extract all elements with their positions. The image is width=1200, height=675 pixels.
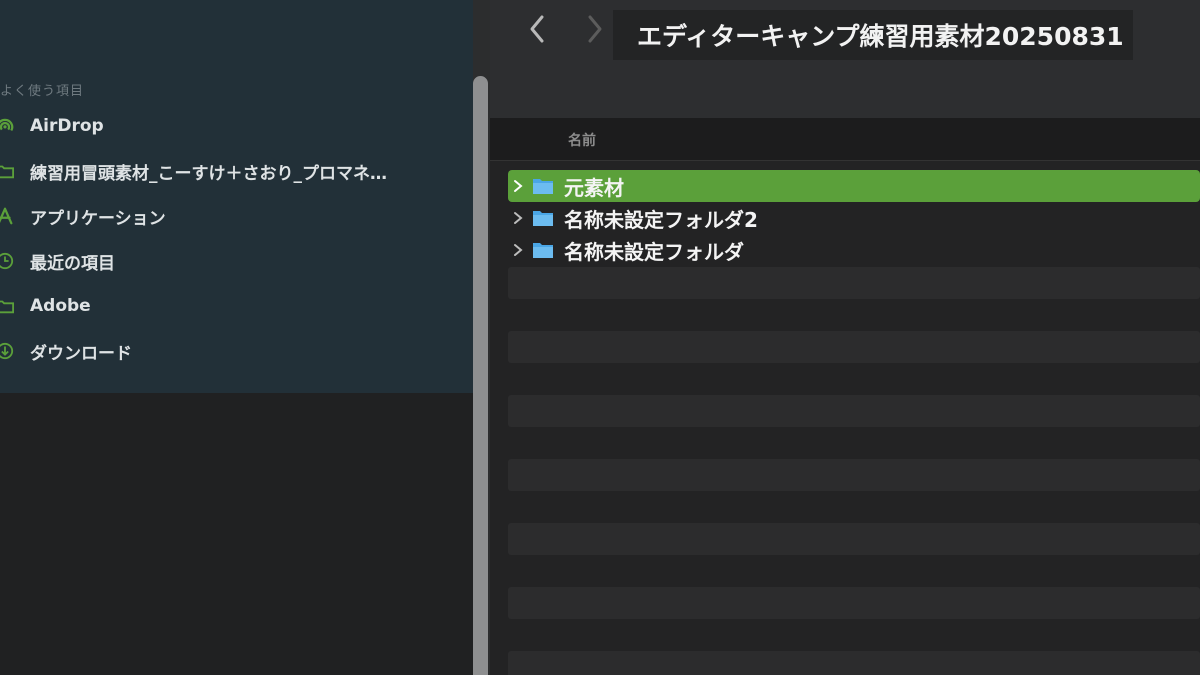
sidebar-item-label: 最近の項目 <box>30 253 115 274</box>
folder-icon <box>532 209 554 227</box>
file-name: 元素材 <box>564 175 624 200</box>
sidebar-item-label: アプリケーション <box>30 208 166 229</box>
list-item[interactable]: 元素材 <box>508 170 1200 202</box>
window-title: エディターキャンプ練習用素材20250831 <box>637 22 1124 51</box>
folder-icon <box>532 241 554 259</box>
empty-row <box>508 651 1200 675</box>
chevron-right-icon[interactable] <box>512 179 524 193</box>
column-name-label: 名前 <box>568 133 596 149</box>
folder-icon <box>532 177 554 195</box>
sidebar-item-recents[interactable]: 最近の項目 <box>0 246 115 276</box>
sidebar-item-downloads[interactable]: ダウンロード <box>0 336 132 366</box>
sidebar-item-label: AirDrop <box>30 116 104 136</box>
back-button[interactable] <box>522 14 552 48</box>
sidebar-item-label: Adobe <box>30 296 91 316</box>
empty-row <box>508 587 1200 619</box>
download-icon <box>0 342 14 360</box>
clock-icon <box>0 252 14 270</box>
chevron-right-icon[interactable] <box>512 243 524 257</box>
sidebar-item-practice-folder[interactable]: 練習用冒頭素材_こーすけ＋さおり_プロマネ… <box>0 156 387 186</box>
finder-window: よく使う項目 AirDrop 練習用冒頭素材_こーすけ＋さおり_プロマネ… アプ… <box>0 0 1200 675</box>
chevron-left-icon <box>528 14 546 48</box>
file-name: 名称未設定フォルダ <box>564 239 744 264</box>
file-list: 元素材 名称未設定フォルダ2 名称未設定フォルダ <box>508 170 1200 266</box>
sidebar-item-airdrop[interactable]: AirDrop <box>0 111 104 141</box>
sidebar-scrollbar-thumb[interactable] <box>473 76 488 675</box>
airdrop-icon <box>0 117 14 135</box>
empty-row <box>508 459 1200 491</box>
empty-row <box>508 267 1200 299</box>
toolbar: エディターキャンプ練習用素材20250831 <box>490 0 1200 118</box>
file-name: 名称未設定フォルダ2 <box>564 207 758 232</box>
sidebar-item-label: ダウンロード <box>30 343 132 364</box>
sidebar-item-label: 練習用冒頭素材_こーすけ＋さおり_プロマネ… <box>30 163 387 184</box>
sidebar-item-applications[interactable]: アプリケーション <box>0 201 166 231</box>
sidebar: よく使う項目 AirDrop 練習用冒頭素材_こーすけ＋さおり_プロマネ… アプ… <box>0 0 490 675</box>
list-item[interactable]: 名称未設定フォルダ <box>508 234 1200 266</box>
sidebar-item-adobe[interactable]: Adobe <box>0 291 91 321</box>
chevron-right-icon <box>586 14 604 48</box>
folder-icon <box>0 162 14 180</box>
sidebar-section-title: よく使う項目 <box>0 84 85 99</box>
main-panel: エディターキャンプ練習用素材20250831 名前 元素材 名称未設定フォルダ2… <box>490 0 1200 675</box>
list-item[interactable]: 名称未設定フォルダ2 <box>508 202 1200 234</box>
window-title-box: エディターキャンプ練習用素材20250831 <box>613 10 1133 60</box>
chevron-right-icon[interactable] <box>512 211 524 225</box>
empty-row <box>508 331 1200 363</box>
applications-icon <box>0 207 14 225</box>
empty-row <box>508 395 1200 427</box>
folder-icon <box>0 297 14 315</box>
forward-button[interactable] <box>580 14 610 48</box>
column-header[interactable]: 名前 <box>490 118 1200 161</box>
empty-row <box>508 523 1200 555</box>
sidebar-favorites-panel <box>0 0 473 393</box>
